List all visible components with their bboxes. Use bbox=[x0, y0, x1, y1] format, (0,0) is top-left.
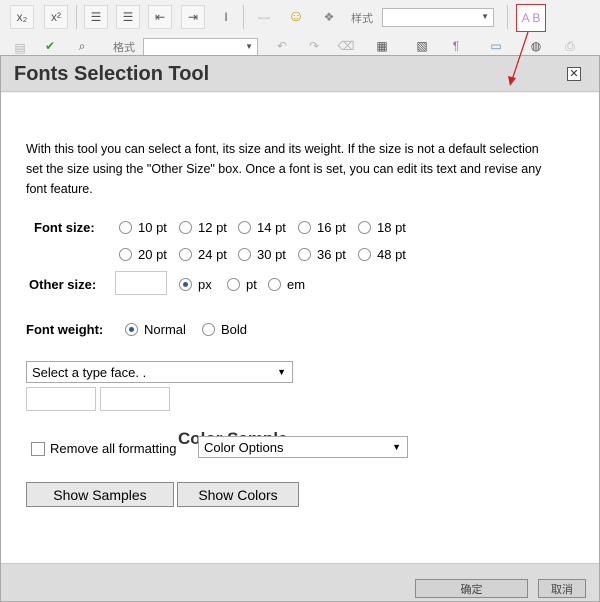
size-option-label: 14 pt bbox=[257, 220, 286, 235]
unit-option[interactable]: px bbox=[179, 277, 212, 292]
size-option[interactable]: 48 pt bbox=[358, 247, 406, 262]
unit-option[interactable]: pt bbox=[227, 277, 257, 292]
radio-button[interactable] bbox=[119, 221, 132, 234]
radio-button[interactable] bbox=[179, 221, 192, 234]
unit-option[interactable]: em bbox=[268, 277, 305, 292]
font-weight-label: Font weight: bbox=[26, 322, 104, 337]
checkbox[interactable] bbox=[31, 441, 45, 456]
radio-button[interactable] bbox=[202, 323, 215, 336]
size-option-label: 10 pt bbox=[138, 220, 167, 235]
radio-button[interactable] bbox=[268, 278, 281, 291]
weight-option[interactable]: Normal bbox=[125, 322, 186, 337]
size-option[interactable]: 20 pt bbox=[119, 247, 167, 262]
radio-button[interactable] bbox=[119, 248, 132, 261]
size-option[interactable]: 18 pt bbox=[358, 220, 406, 235]
weight-option-label: Normal bbox=[144, 322, 186, 337]
size-option-label: 12 pt bbox=[198, 220, 227, 235]
weight-option[interactable]: Bold bbox=[202, 322, 247, 337]
annotation-arrow-line bbox=[511, 31, 529, 81]
show-colors-button[interactable]: Show Colors bbox=[177, 482, 299, 507]
color-input-2[interactable] bbox=[100, 387, 170, 411]
size-option-label: 18 pt bbox=[377, 220, 406, 235]
dialog-footer: 确定 取消 bbox=[1, 563, 599, 601]
size-option-label: 16 pt bbox=[317, 220, 346, 235]
size-option-label: 24 pt bbox=[198, 247, 227, 262]
typeface-select[interactable]: Select a type face. . ▼ bbox=[26, 361, 293, 383]
show-samples-button[interactable]: Show Samples bbox=[26, 482, 174, 507]
unit-option-label: pt bbox=[246, 277, 257, 292]
font-size-label: Font size: bbox=[34, 220, 95, 235]
color-options-value: Color Options bbox=[204, 440, 284, 455]
unit-option-label: em bbox=[287, 277, 306, 292]
radio-button[interactable] bbox=[179, 278, 192, 291]
radio-button[interactable] bbox=[125, 323, 138, 336]
annotation-arrow bbox=[508, 31, 529, 86]
radio-button[interactable] bbox=[238, 248, 251, 261]
radio-button[interactable] bbox=[358, 248, 371, 261]
fonts-selection-dialog: Fonts Selection Tool ✕ With this tool yo… bbox=[0, 55, 600, 602]
remove-formatting-label: Remove all formatting bbox=[50, 441, 177, 456]
size-option[interactable]: 10 pt bbox=[119, 220, 167, 235]
radio-button[interactable] bbox=[358, 221, 371, 234]
unit-option-label: px bbox=[198, 277, 212, 292]
size-option[interactable]: 30 pt bbox=[238, 247, 286, 262]
ok-button[interactable]: 确定 bbox=[415, 579, 528, 598]
size-option[interactable]: 12 pt bbox=[179, 220, 227, 235]
radio-button[interactable] bbox=[179, 248, 192, 261]
color-options-select[interactable]: Color Options ▼ bbox=[198, 436, 408, 458]
size-option[interactable]: 36 pt bbox=[298, 247, 346, 262]
radio-button[interactable] bbox=[238, 221, 251, 234]
intro-text: With this tool you can select a font, it… bbox=[26, 142, 542, 196]
size-option[interactable]: 16 pt bbox=[298, 220, 346, 235]
color-input-1[interactable] bbox=[26, 387, 96, 411]
size-option-label: 30 pt bbox=[257, 247, 286, 262]
weight-option-label: Bold bbox=[221, 322, 248, 337]
radio-button[interactable] bbox=[298, 221, 311, 234]
radio-button[interactable] bbox=[298, 248, 311, 261]
cancel-button[interactable]: 取消 bbox=[538, 579, 586, 598]
dialog-content: With this tool you can select a font, it… bbox=[1, 93, 599, 563]
radio-button[interactable] bbox=[227, 278, 240, 291]
annotation-arrow-head bbox=[508, 76, 516, 86]
typeface-select-value: Select a type face. . bbox=[32, 365, 147, 380]
chevron-down-icon: ▼ bbox=[392, 442, 401, 452]
remove-formatting-checkbox[interactable]: Remove all formatting bbox=[31, 441, 176, 456]
size-option[interactable]: 14 pt bbox=[238, 220, 286, 235]
size-option-label: 20 pt bbox=[138, 247, 167, 262]
chevron-down-icon: ▼ bbox=[277, 367, 286, 377]
size-option[interactable]: 24 pt bbox=[179, 247, 227, 262]
size-option-label: 48 pt bbox=[377, 247, 406, 262]
size-option-label: 36 pt bbox=[317, 247, 346, 262]
other-size-label: Other size: bbox=[29, 277, 97, 292]
other-size-input[interactable] bbox=[115, 271, 167, 295]
